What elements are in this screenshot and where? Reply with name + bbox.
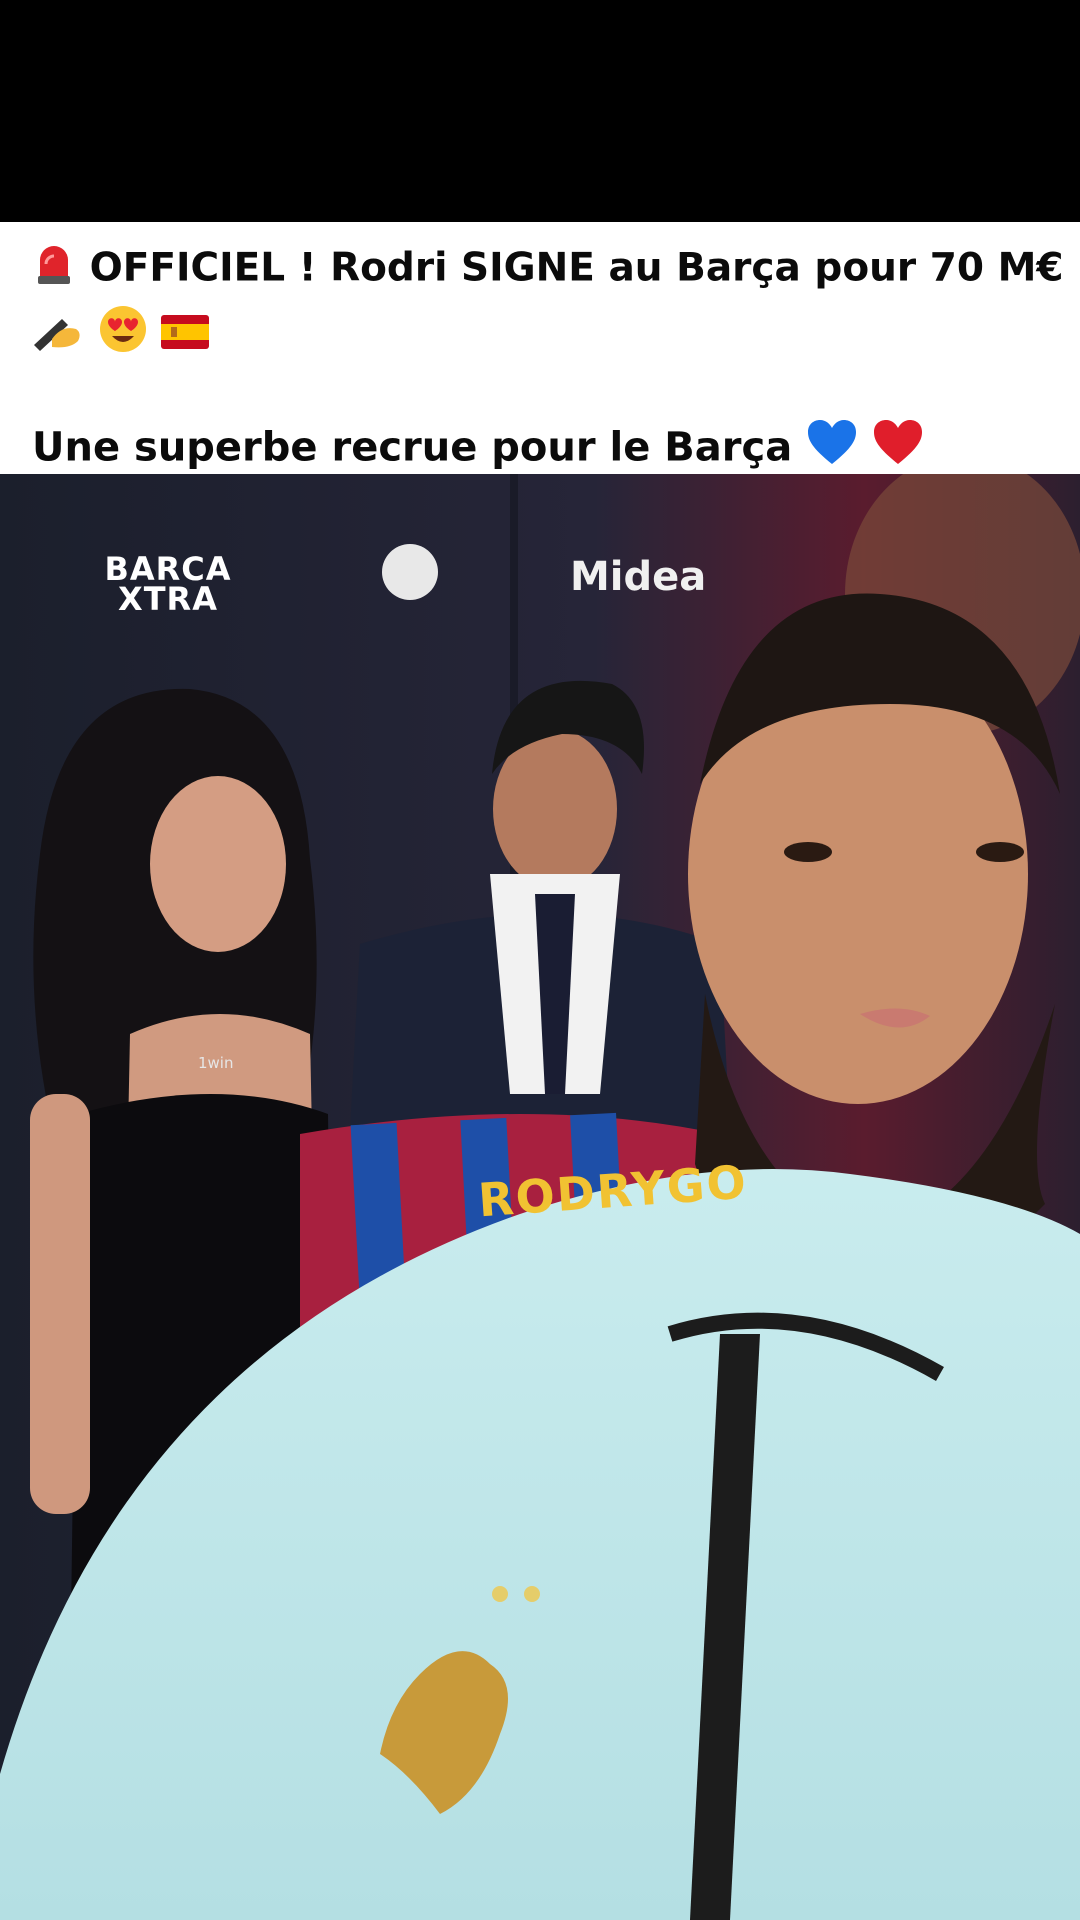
red-heart-icon (872, 418, 924, 481)
headline-text: OFFICIEL ! Rodri SIGNE au Barça pour 70 … (89, 245, 1080, 291)
caption-line-subline: Une superbe recrue pour le Barça (32, 418, 1048, 481)
post-caption: OFFICIEL ! Rodri SIGNE au Barça pour 70 … (0, 222, 1080, 474)
video-frame[interactable]: BARCA XTRA Midea RODRYGO 1win (0, 474, 1080, 1920)
caption-line-headline: OFFICIEL ! Rodri SIGNE au Barça pour 70 … (32, 238, 1080, 302)
midea-logo: Midea (570, 554, 707, 600)
blue-heart-icon (806, 418, 858, 481)
top-black-bar (0, 0, 1080, 222)
heart-eyes-icon (98, 304, 148, 370)
police-light-icon (32, 238, 76, 302)
subline-text: Une superbe recrue pour le Barça (32, 424, 793, 471)
caption-line-emojis (32, 304, 1048, 370)
spain-flag-icon (161, 309, 210, 365)
necklace-text: 1win (198, 1054, 234, 1072)
barca-xtra-logo: BARCA XTRA (104, 550, 232, 618)
spotify-logo-icon (382, 544, 438, 600)
writing-hand-icon (32, 305, 84, 369)
